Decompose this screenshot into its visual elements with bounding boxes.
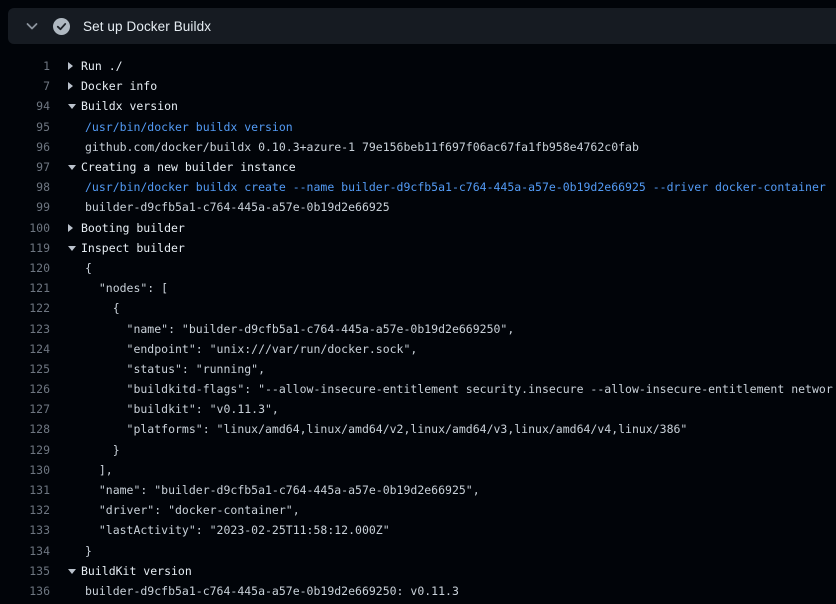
- output-text: "endpoint": "unix:///var/run/docker.sock…: [68, 342, 417, 356]
- line-number[interactable]: 123: [0, 322, 50, 336]
- output-text: "lastActivity": "2023-02-25T11:58:12.000…: [68, 523, 390, 537]
- command-text: /usr/bin/docker buildx create --name bui…: [68, 180, 826, 194]
- group-title: Docker info: [81, 79, 157, 93]
- triangle-down-icon[interactable]: [68, 103, 81, 109]
- log-group-row[interactable]: 119 Inspect builder: [0, 238, 836, 258]
- line-number[interactable]: 7: [0, 79, 50, 93]
- line-number[interactable]: 97: [0, 160, 50, 174]
- log-line-row: 123 "name": "builder-d9cfb5a1-c764-445a-…: [0, 318, 836, 338]
- output-text: }: [68, 443, 120, 457]
- output-text: ],: [68, 463, 113, 477]
- line-number[interactable]: 94: [0, 99, 50, 113]
- output-text: "buildkit": "v0.11.3",: [68, 402, 279, 416]
- log-line-row: 130 ],: [0, 460, 836, 480]
- log-group-row[interactable]: 7 Docker info: [0, 76, 836, 96]
- chevron-down-icon[interactable]: [24, 18, 40, 34]
- line-number[interactable]: 136: [0, 584, 50, 598]
- triangle-down-icon[interactable]: [68, 245, 81, 251]
- line-number[interactable]: 95: [0, 120, 50, 134]
- log-line-row: 127 "buildkit": "v0.11.3",: [0, 399, 836, 419]
- command-text: /usr/bin/docker buildx version: [68, 120, 293, 134]
- triangle-right-icon[interactable]: [68, 224, 81, 232]
- log-line-row: 136 builder-d9cfb5a1-c764-445a-a57e-0b19d…: [0, 581, 836, 601]
- log-line-row: 122 {: [0, 298, 836, 318]
- group-title: Creating a new builder instance: [81, 160, 296, 174]
- group-title: BuildKit version: [81, 564, 192, 578]
- log-line-row: 132 "driver": "docker-container",: [0, 500, 836, 520]
- log-line-row: 128 "platforms": "linux/amd64,linux/amd6…: [0, 419, 836, 439]
- output-text: "platforms": "linux/amd64,linux/amd64/v2…: [68, 422, 687, 436]
- output-text: builder-d9cfb5a1-c764-445a-a57e-0b19d2e6…: [68, 584, 459, 598]
- step-header[interactable]: Set up Docker Buildx: [8, 8, 836, 44]
- group-title: Buildx version: [81, 99, 178, 113]
- line-number[interactable]: 132: [0, 503, 50, 517]
- log-group-row[interactable]: 1 Run ./: [0, 56, 836, 76]
- output-text: }: [68, 544, 92, 558]
- output-text: "name": "builder-d9cfb5a1-c764-445a-a57e…: [68, 483, 480, 497]
- log-line-row: 99 builder-d9cfb5a1-c764-445a-a57e-0b19d2…: [0, 197, 836, 217]
- log-line-row: 124 "endpoint": "unix:///var/run/docker.…: [0, 339, 836, 359]
- line-number[interactable]: 121: [0, 281, 50, 295]
- line-number[interactable]: 120: [0, 261, 50, 275]
- output-text: "driver": "docker-container",: [68, 503, 300, 517]
- log-line-row: 133 "lastActivity": "2023-02-25T11:58:12…: [0, 520, 836, 540]
- log-group-row[interactable]: 97 Creating a new builder instance: [0, 157, 836, 177]
- line-number[interactable]: 135: [0, 564, 50, 578]
- line-number[interactable]: 134: [0, 544, 50, 558]
- triangle-right-icon[interactable]: [68, 82, 81, 90]
- line-number[interactable]: 125: [0, 362, 50, 376]
- log-group-row[interactable]: 100 Booting builder: [0, 218, 836, 238]
- log-group-row[interactable]: 94 Buildx version: [0, 96, 836, 116]
- line-number[interactable]: 128: [0, 422, 50, 436]
- log-line-row: 120 {: [0, 258, 836, 278]
- log-group-row[interactable]: 135 BuildKit version: [0, 561, 836, 581]
- actions-log-viewer: Set up Docker Buildx 1 Run ./ 7 Docker info…: [0, 0, 836, 604]
- log-line-row: 125 "status": "running",: [0, 359, 836, 379]
- line-number[interactable]: 98: [0, 180, 50, 194]
- line-number[interactable]: 129: [0, 443, 50, 457]
- line-number[interactable]: 1: [0, 59, 50, 73]
- line-number[interactable]: 131: [0, 483, 50, 497]
- output-text: "status": "running",: [68, 362, 265, 376]
- log-line-row: 121 "nodes": [: [0, 278, 836, 298]
- triangle-right-icon[interactable]: [68, 62, 81, 70]
- output-text: "name": "builder-d9cfb5a1-c764-445a-a57e…: [68, 322, 514, 336]
- line-number[interactable]: 122: [0, 301, 50, 315]
- output-text: {: [68, 301, 120, 315]
- output-text: "nodes": [: [68, 281, 168, 295]
- group-title: Booting builder: [81, 221, 185, 235]
- line-number[interactable]: 96: [0, 140, 50, 154]
- output-text: builder-d9cfb5a1-c764-445a-a57e-0b19d2e6…: [68, 200, 390, 214]
- line-number[interactable]: 126: [0, 382, 50, 396]
- triangle-down-icon[interactable]: [68, 164, 81, 170]
- log-line-row: 131 "name": "builder-d9cfb5a1-c764-445a-…: [0, 480, 836, 500]
- log-line-row: 126 "buildkitd-flags": "--allow-insecure…: [0, 379, 836, 399]
- group-title: Run ./: [81, 59, 123, 73]
- log-line-row: 96 github.com/docker/buildx 0.10.3+azure-…: [0, 137, 836, 157]
- output-text: github.com/docker/buildx 0.10.3+azure-1 …: [68, 140, 639, 154]
- group-title: Inspect builder: [81, 241, 185, 255]
- log-lines: 1 Run ./ 7 Docker info 94 Buildx version 95/us…: [0, 56, 836, 601]
- line-number[interactable]: 100: [0, 221, 50, 235]
- line-number[interactable]: 130: [0, 463, 50, 477]
- log-line-row: 129 }: [0, 440, 836, 460]
- log-line-row: 134}: [0, 541, 836, 561]
- line-number[interactable]: 124: [0, 342, 50, 356]
- output-text: "buildkitd-flags": "--allow-insecure-ent…: [68, 382, 833, 396]
- triangle-down-icon[interactable]: [68, 568, 81, 574]
- check-circle-icon: [53, 18, 70, 35]
- line-number[interactable]: 119: [0, 241, 50, 255]
- line-number[interactable]: 133: [0, 523, 50, 537]
- line-number[interactable]: 99: [0, 200, 50, 214]
- step-title: Set up Docker Buildx: [83, 19, 211, 34]
- log-line-row: 95/usr/bin/docker buildx version: [0, 117, 836, 137]
- line-number[interactable]: 127: [0, 402, 50, 416]
- log-line-row: 98/usr/bin/docker buildx create --name b…: [0, 177, 836, 197]
- output-text: {: [68, 261, 92, 275]
